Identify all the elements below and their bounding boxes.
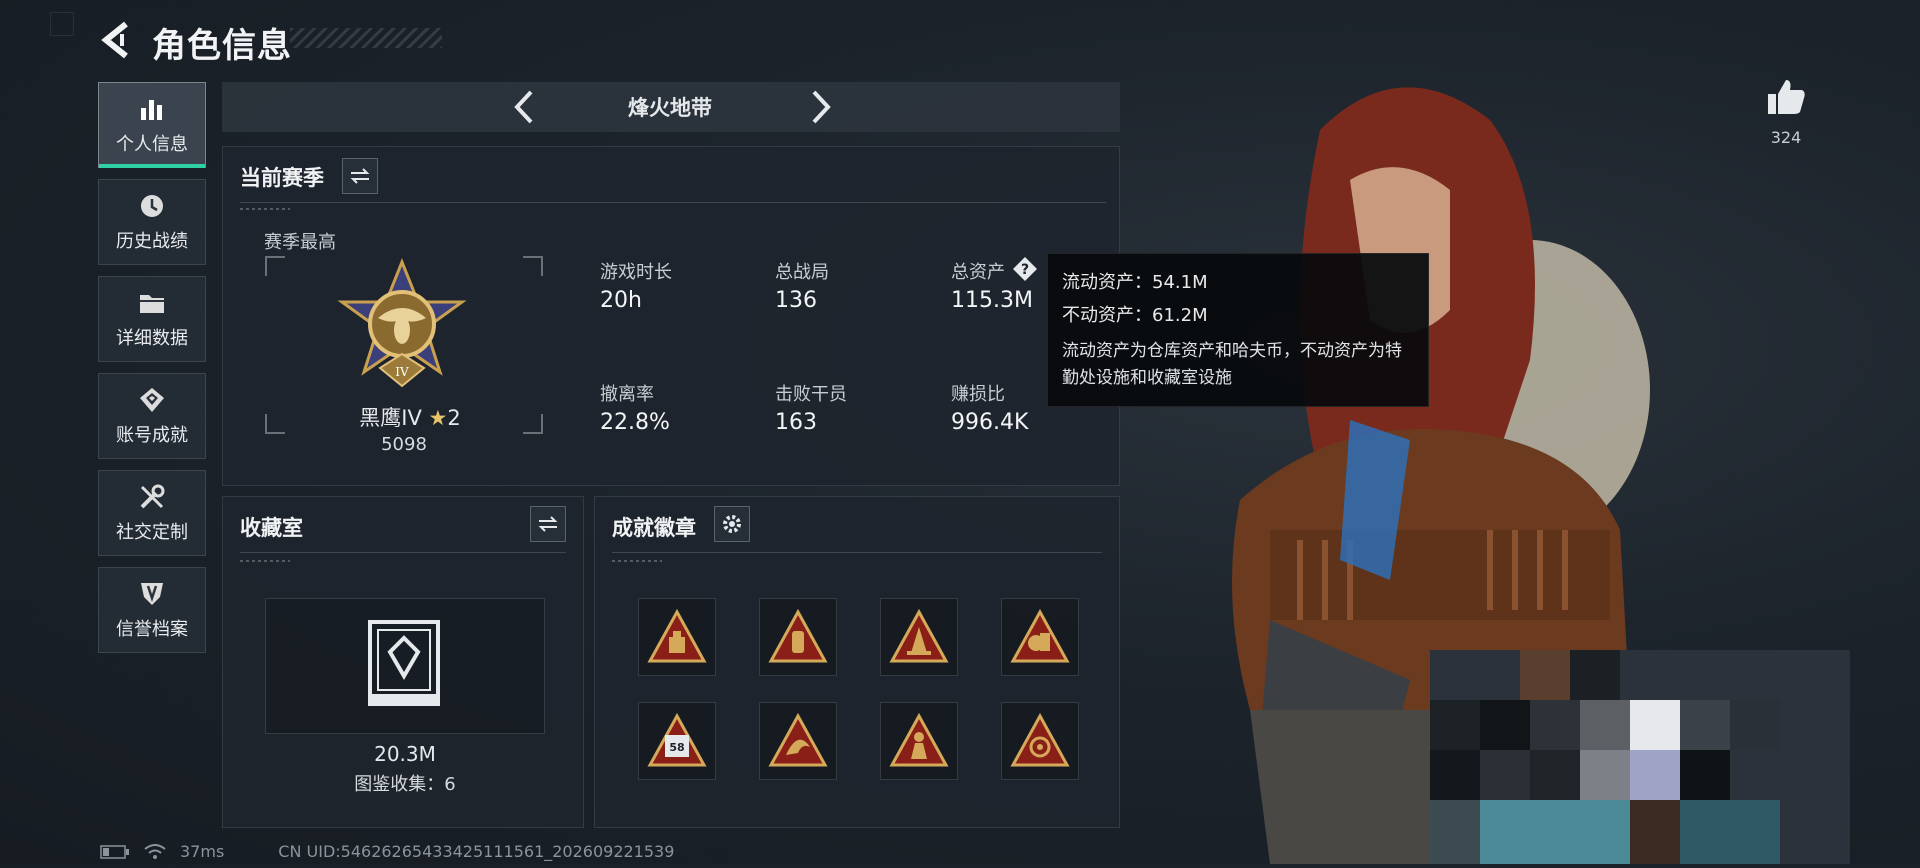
display-case-icon — [366, 620, 442, 710]
stat-value-extract-rate: 22.8% — [600, 410, 670, 435]
nav-item-achievements[interactable]: 账号成就 — [98, 373, 206, 459]
stat-label-total-games: 总战局 — [775, 262, 829, 283]
tooltip-liquid-assets: 流动资产：54.1M — [1062, 272, 1208, 293]
star-icon: ★ — [428, 406, 448, 430]
like-button[interactable] — [1766, 78, 1806, 120]
stat-value-kills: 163 — [775, 410, 817, 435]
stat-label-playtime: 游戏时长 — [600, 262, 672, 283]
nav-label: 个人信息 — [116, 134, 188, 155]
shield-icon — [137, 579, 167, 609]
user-uid: CN UID:546262654334251115​61_20260922153… — [278, 842, 675, 861]
achievement-badge-1[interactable] — [638, 598, 716, 676]
bar-chart-icon — [137, 94, 167, 124]
achievement-badge-8[interactable] — [1001, 702, 1079, 780]
nav-label: 详细数据 — [116, 328, 188, 349]
page-title: 角色信息 — [152, 26, 292, 66]
help-icon[interactable]: ? — [1012, 256, 1037, 281]
battery-icon — [100, 844, 129, 859]
dash-decoration — [240, 208, 290, 210]
nav-item-personal-info[interactable]: 个人信息 — [98, 82, 206, 168]
rank-name-row: 黑鹰IV ★2 — [342, 402, 478, 432]
corner-decoration — [50, 12, 74, 36]
nav-item-history[interactable]: 历史战绩 — [98, 179, 206, 265]
status-bar: 37ms CN UID:546262654334251115​61_202609… — [100, 842, 674, 861]
collection-value: 20.3M — [374, 742, 436, 766]
dash-decoration — [240, 560, 290, 562]
rank-stars: 2 — [447, 406, 461, 430]
tooltip-description: 流动资产为仓库资产和哈夫币，不动资产为特勤处设施和收藏室设施 — [1062, 341, 1402, 388]
collection-title: 收藏室 — [240, 516, 303, 540]
collection-switch-button[interactable] — [530, 506, 566, 542]
stat-label-profit-ratio: 赚损比 — [951, 384, 1005, 405]
title-decoration — [290, 28, 442, 48]
stat-label-total-assets: 总资产 — [951, 262, 1005, 283]
stat-label-kills: 击败干员 — [775, 384, 847, 405]
svg-text:?: ? — [1021, 262, 1029, 278]
achievement-badge-2[interactable] — [759, 598, 837, 676]
stat-value-profit-ratio: 996.4K — [951, 410, 1029, 435]
nav-label: 账号成就 — [116, 425, 188, 446]
divider — [240, 552, 566, 553]
achievement-badge-3[interactable] — [880, 598, 958, 676]
nav-item-social[interactable]: 社交定制 — [98, 470, 206, 556]
nav-item-reputation[interactable]: 信誉档案 — [98, 567, 206, 653]
censored-overlay — [1430, 650, 1850, 864]
nav-label: 历史战绩 — [116, 231, 188, 252]
next-mode-button[interactable] — [800, 86, 840, 128]
badges-settings-button[interactable] — [714, 506, 750, 542]
season-highest-label: 赛季最高 — [264, 232, 336, 253]
thumbs-up-icon — [1768, 80, 1805, 114]
svg-text:IV: IV — [395, 365, 409, 379]
divider — [612, 552, 1102, 553]
swap-icon — [538, 516, 558, 532]
stat-value-total-games: 136 — [775, 288, 817, 313]
wifi-icon — [144, 843, 166, 859]
nav-label: 社交定制 — [116, 522, 188, 543]
tooltip-fixed-assets: 不动资产：61.2M — [1062, 305, 1208, 326]
swap-icon — [350, 168, 370, 184]
achievement-badge-6[interactable] — [759, 702, 837, 780]
chevron-left-icon — [514, 90, 533, 124]
history-icon — [137, 191, 167, 221]
nav-label: 信誉档案 — [116, 619, 188, 640]
mode-title: 烽火地带 — [628, 96, 712, 120]
divider — [240, 202, 1106, 203]
back-arrow-icon — [101, 21, 128, 59]
rank-emblem: IV — [330, 257, 474, 406]
achievement-icon — [137, 385, 167, 415]
season-switch-button[interactable] — [342, 158, 378, 194]
back-button[interactable] — [96, 20, 136, 60]
folder-icon — [137, 288, 167, 318]
stat-value-total-assets: 115.3M — [951, 288, 1033, 313]
achievement-badge-5[interactable]: 58 — [638, 702, 716, 780]
collection-catalog: 图鉴收集：6 — [354, 774, 456, 795]
prev-mode-button[interactable] — [505, 86, 545, 128]
ping-value: 37ms — [180, 842, 225, 861]
side-nav: 个人信息 历史战绩 详细数据 账号成就 社交定制 信誉档案 — [98, 82, 208, 664]
rank-name: 黑鹰IV — [359, 406, 422, 430]
badges-title: 成就徽章 — [612, 516, 696, 540]
achievement-badge-4[interactable] — [1001, 598, 1079, 676]
gear-icon — [723, 515, 741, 533]
badge-number: 58 — [669, 741, 684, 754]
dash-decoration — [612, 560, 662, 562]
season-title: 当前赛季 — [240, 166, 324, 190]
rank-score: 5098 — [381, 434, 427, 455]
stat-value-playtime: 20h — [600, 288, 642, 313]
stat-label-extract-rate: 撤离率 — [600, 384, 654, 405]
achievement-badge-7[interactable] — [880, 702, 958, 780]
nav-item-detailed-data[interactable]: 详细数据 — [98, 276, 206, 362]
tools-icon — [137, 482, 167, 512]
assets-tooltip: 流动资产：54.1M 不动资产：61.2M 流动资产为仓库资产和哈夫币，不动资产… — [1047, 253, 1429, 407]
like-count: 324 — [1770, 128, 1802, 147]
chevron-right-icon — [812, 90, 831, 124]
